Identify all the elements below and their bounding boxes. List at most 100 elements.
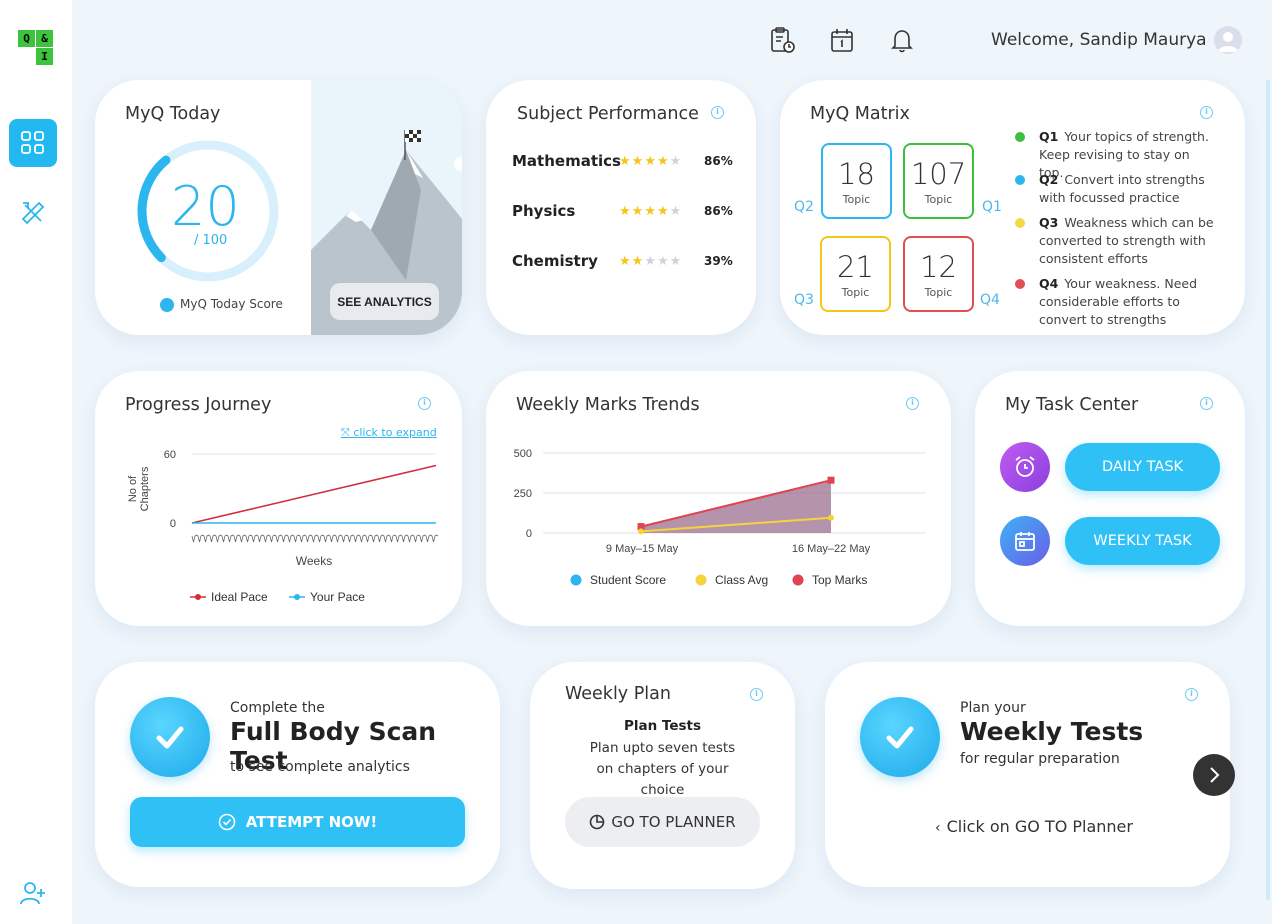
y-tick-label: 0 bbox=[526, 528, 532, 540]
matrix-legend-item: Q4 Your weakness. Need considerable effor… bbox=[1015, 275, 1215, 329]
matrix-quadrant[interactable]: 18 Topic bbox=[821, 143, 892, 219]
subject-name: Chemistry bbox=[512, 252, 598, 270]
progress-journey-card: Progress Journey i ⤧ click to expand 60 0… bbox=[95, 371, 462, 626]
weekly-plan-card: Weekly Plan i Plan Tests Plan upto seven… bbox=[530, 662, 795, 889]
matrix-quadrant[interactable]: 12 Topic bbox=[903, 236, 974, 312]
x-tick-label: 9 May–15 May bbox=[606, 543, 679, 555]
scrollbar[interactable] bbox=[1266, 80, 1270, 900]
avatar[interactable] bbox=[1214, 26, 1242, 54]
notifications-button[interactable] bbox=[887, 25, 917, 55]
star-icon: ★ bbox=[619, 204, 632, 219]
checkmark-icon bbox=[156, 726, 184, 749]
matrix-legend-item: Q3 Weakness which can be converted to str… bbox=[1015, 214, 1215, 268]
score-out-of: / 100 bbox=[194, 233, 228, 248]
star-icon: ★ bbox=[631, 254, 645, 269]
quadrant-caption: Topic bbox=[924, 286, 953, 299]
calendar-button[interactable] bbox=[827, 25, 857, 55]
x-axis-label: Weeks bbox=[296, 554, 332, 568]
subject-row: Chemistry ★★★★★ 39% bbox=[512, 252, 733, 272]
star-icon: ★ bbox=[656, 154, 670, 169]
matrix-legend-item: Q2 Convert into strengths with focussed p… bbox=[1015, 171, 1215, 207]
chevron-right-icon bbox=[1210, 767, 1220, 783]
daily-task-icon-wrap bbox=[1000, 442, 1050, 492]
matrix-quadrant[interactable]: 107 Topic bbox=[903, 143, 974, 219]
class-avg-point[interactable] bbox=[828, 514, 834, 521]
subject-name: Mathematics bbox=[512, 152, 621, 170]
check-circle-icon bbox=[218, 813, 236, 831]
top-marks-point[interactable] bbox=[827, 476, 835, 484]
design-tools-icon bbox=[21, 201, 45, 225]
clipboard-clock-icon bbox=[771, 27, 795, 53]
subject-percent: 86% bbox=[704, 154, 733, 168]
star-icon: ★ bbox=[619, 254, 632, 269]
info-icon[interactable]: i bbox=[1200, 397, 1213, 410]
add-user-button[interactable] bbox=[9, 869, 57, 917]
bell-icon bbox=[891, 30, 913, 53]
info-icon[interactable]: i bbox=[711, 106, 724, 119]
star-icon: ★ bbox=[631, 154, 645, 169]
x-axis-break bbox=[191, 534, 439, 543]
legend-description: Weakness which can be converted to stren… bbox=[1039, 215, 1214, 266]
quadrant-label: Q4 bbox=[980, 292, 1000, 308]
y-tick-label: 500 bbox=[514, 448, 532, 460]
attempt-now-button[interactable]: ATTEMPT NOW! bbox=[130, 797, 465, 847]
add-user-icon bbox=[20, 882, 45, 905]
subject-percent: 39% bbox=[704, 254, 733, 268]
task-center-card: My Task Center i DAILY TASK WEEKLY TASK bbox=[975, 371, 1245, 626]
legend-marker bbox=[570, 574, 582, 586]
legend-text: Q3 Weakness which can be converted to str… bbox=[1039, 214, 1215, 268]
legend-quadrant: Q3 bbox=[1039, 215, 1059, 230]
score-legend: MyQ Today Score bbox=[160, 297, 283, 312]
star-icon: ★ bbox=[619, 154, 632, 169]
legend-label: Top Marks bbox=[812, 573, 867, 587]
y-axis-label-line: No of bbox=[127, 475, 139, 502]
attempt-label: ATTEMPT NOW! bbox=[245, 813, 378, 831]
legend-label: Your Pace bbox=[310, 590, 365, 604]
test-schedule-button[interactable] bbox=[767, 25, 797, 55]
star-icon: ★ bbox=[644, 204, 657, 219]
card-title: My Task Center bbox=[1005, 395, 1139, 415]
quadrant-label: Q2 bbox=[794, 199, 814, 215]
legend-label: Class Avg bbox=[715, 573, 768, 587]
checkmark-icon bbox=[886, 726, 914, 749]
see-analytics-button[interactable]: SEE ANALYTICS bbox=[330, 283, 439, 320]
carousel-next-button[interactable] bbox=[1193, 754, 1235, 796]
class-avg-point[interactable] bbox=[638, 528, 644, 535]
weekly-task-icon-wrap bbox=[1000, 516, 1050, 566]
card-title: MyQ Matrix bbox=[810, 104, 910, 124]
legend-label: Ideal Pace bbox=[211, 590, 268, 604]
star-icon: ★ bbox=[669, 154, 683, 169]
weekly-task-button[interactable]: WEEKLY TASK bbox=[1065, 517, 1220, 565]
subject-percent: 86% bbox=[704, 204, 733, 218]
matrix-quadrant[interactable]: 21 Topic bbox=[820, 236, 891, 312]
go-to-planner-button[interactable]: GO TO PLANNER bbox=[565, 797, 760, 847]
quadrant-count: 107 bbox=[910, 157, 967, 191]
weekly-tests-card: i Plan your Weekly Tests for regular pre… bbox=[825, 662, 1230, 887]
pie-chart-icon bbox=[590, 814, 605, 830]
scan-line3: to see complete analytics bbox=[230, 759, 410, 775]
tests-headline: Weekly Tests bbox=[960, 717, 1144, 746]
tools-nav-button[interactable] bbox=[9, 189, 57, 237]
series-line bbox=[191, 464, 437, 524]
subject-row: Mathematics ★★★★★ 86% bbox=[512, 152, 733, 172]
progress-chart: 60 0 No ofChapters Weeks Ideal Pace Your Pace bbox=[127, 449, 439, 604]
legend-marker bbox=[695, 574, 707, 586]
quadrant-count: 21 bbox=[837, 250, 874, 284]
info-icon[interactable]: i bbox=[750, 688, 763, 701]
legend-marker bbox=[195, 594, 201, 600]
star-icon: ★ bbox=[656, 204, 670, 219]
sidebar: Q & I bbox=[0, 0, 72, 924]
quadrant-caption: Topic bbox=[841, 286, 870, 299]
legend-quadrant: Q1 bbox=[1039, 129, 1059, 144]
star-rating: ★★★★★ bbox=[619, 254, 682, 269]
plan-subtitle: Plan Tests bbox=[623, 718, 702, 734]
check-badge bbox=[860, 697, 940, 777]
info-icon[interactable]: i bbox=[1185, 688, 1198, 701]
info-icon[interactable]: i bbox=[1200, 106, 1213, 119]
y-axis-label-line: Chapters bbox=[139, 466, 151, 511]
dashboard-nav-button[interactable] bbox=[9, 119, 57, 167]
logo-cell: Q bbox=[18, 30, 35, 47]
y-tick-label: 0 bbox=[170, 518, 176, 530]
weekly-marks-card: Weekly Marks Trends i 500 250 0 9 May–15 Ma… bbox=[486, 371, 951, 626]
daily-task-button[interactable]: DAILY TASK bbox=[1065, 443, 1220, 491]
